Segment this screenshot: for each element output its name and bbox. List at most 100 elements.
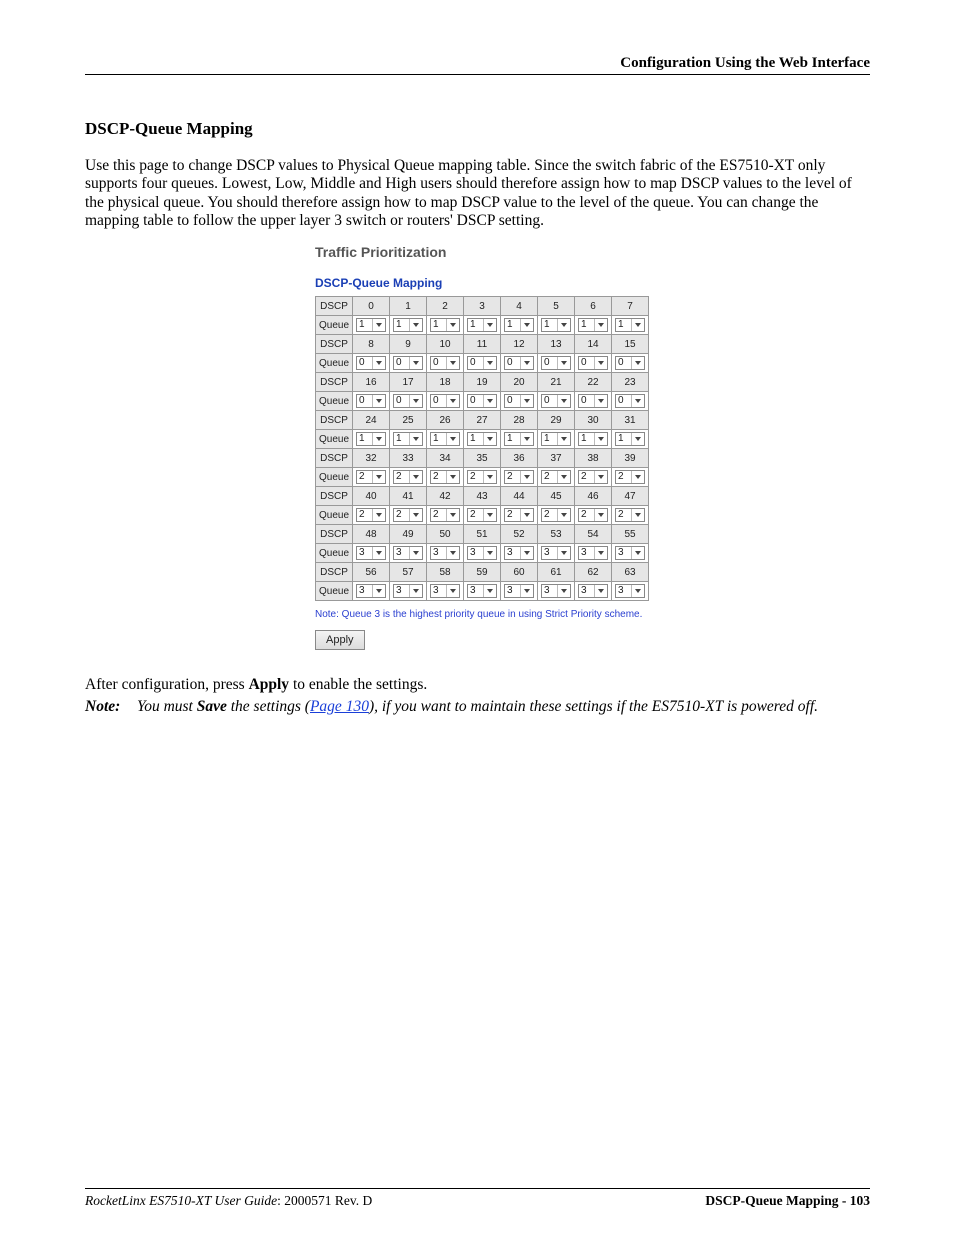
queue-cell: 3 [464, 582, 501, 601]
queue-dropdown[interactable]: 2 [541, 508, 571, 522]
dscp-value: 12 [501, 335, 538, 354]
queue-dropdown[interactable]: 1 [578, 432, 608, 446]
queue-dropdown[interactable]: 1 [356, 432, 386, 446]
chevron-down-icon [446, 509, 458, 521]
page-link[interactable]: Page 130 [310, 698, 369, 715]
queue-dropdown[interactable]: 2 [615, 470, 645, 484]
queue-dropdown[interactable]: 3 [541, 584, 571, 598]
queue-dropdown[interactable]: 2 [578, 470, 608, 484]
queue-cell: 2 [353, 468, 390, 487]
queue-dropdown[interactable]: 2 [393, 508, 423, 522]
queue-dropdown[interactable]: 3 [578, 584, 608, 598]
queue-dropdown[interactable]: 1 [393, 318, 423, 332]
queue-dropdown[interactable]: 1 [615, 432, 645, 446]
queue-dropdown[interactable]: 0 [615, 356, 645, 370]
queue-dropdown[interactable]: 1 [467, 432, 497, 446]
chevron-down-icon [446, 471, 458, 483]
queue-dropdown[interactable]: 0 [467, 394, 497, 408]
queue-dropdown[interactable]: 0 [504, 394, 534, 408]
queue-dropdown[interactable]: 2 [467, 470, 497, 484]
queue-dropdown[interactable]: 3 [504, 546, 534, 560]
queue-cell: 0 [538, 392, 575, 411]
queue-cell: 1 [353, 316, 390, 335]
queue-dropdown[interactable]: 0 [393, 356, 423, 370]
apply-button[interactable]: Apply [315, 630, 365, 650]
queue-cell: 3 [538, 544, 575, 563]
queue-dropdown[interactable]: 3 [504, 584, 534, 598]
queue-dropdown[interactable]: 1 [615, 318, 645, 332]
queue-dropdown[interactable]: 2 [541, 470, 571, 484]
queue-dropdown[interactable]: 2 [393, 470, 423, 484]
queue-row-label: Queue [316, 392, 353, 411]
queue-dropdown[interactable]: 0 [356, 394, 386, 408]
queue-dropdown[interactable]: 0 [467, 356, 497, 370]
queue-cell: 3 [538, 582, 575, 601]
chevron-down-icon [483, 509, 495, 521]
queue-dropdown[interactable]: 0 [430, 356, 460, 370]
queue-cell: 0 [612, 354, 649, 373]
queue-dropdown[interactable]: 2 [615, 508, 645, 522]
queue-cell: 1 [427, 316, 464, 335]
chevron-down-icon [409, 471, 421, 483]
chevron-down-icon [594, 395, 606, 407]
queue-dropdown[interactable]: 3 [430, 584, 460, 598]
queue-dropdown[interactable]: 0 [430, 394, 460, 408]
queue-dropdown[interactable]: 3 [615, 546, 645, 560]
queue-dropdown[interactable]: 1 [467, 318, 497, 332]
queue-dropdown[interactable]: 2 [467, 508, 497, 522]
queue-dropdown[interactable]: 3 [578, 546, 608, 560]
queue-cell: 0 [427, 354, 464, 373]
queue-dropdown[interactable]: 0 [615, 394, 645, 408]
queue-dropdown[interactable]: 2 [430, 508, 460, 522]
queue-cell: 3 [427, 544, 464, 563]
queue-dropdown[interactable]: 2 [504, 470, 534, 484]
queue-dropdown[interactable]: 1 [356, 318, 386, 332]
queue-dropdown[interactable]: 0 [541, 356, 571, 370]
queue-dropdown[interactable]: 1 [504, 318, 534, 332]
queue-dropdown[interactable]: 1 [430, 432, 460, 446]
queue-dropdown[interactable]: 3 [467, 584, 497, 598]
queue-dropdown[interactable]: 0 [356, 356, 386, 370]
queue-dropdown[interactable]: 1 [504, 432, 534, 446]
chevron-down-icon [483, 433, 495, 445]
dscp-value: 13 [538, 335, 575, 354]
queue-dropdown[interactable]: 1 [541, 318, 571, 332]
queue-dropdown[interactable]: 2 [578, 508, 608, 522]
queue-dropdown[interactable]: 0 [578, 356, 608, 370]
chevron-down-icon [520, 395, 532, 407]
queue-dropdown[interactable]: 3 [467, 546, 497, 560]
queue-dropdown[interactable]: 3 [615, 584, 645, 598]
queue-dropdown[interactable]: 3 [430, 546, 460, 560]
dscp-value: 62 [575, 563, 612, 582]
dscp-value: 55 [612, 525, 649, 544]
queue-dropdown[interactable]: 2 [356, 470, 386, 484]
dscp-queue-table: DSCP01234567Queue11111111DSCP89101112131… [315, 296, 649, 601]
queue-dropdown[interactable]: 0 [541, 394, 571, 408]
chevron-down-icon [483, 395, 495, 407]
queue-dropdown[interactable]: 1 [393, 432, 423, 446]
queue-dropdown[interactable]: 3 [393, 584, 423, 598]
queue-row-label: Queue [316, 354, 353, 373]
queue-dropdown[interactable]: 2 [356, 508, 386, 522]
queue-cell: 3 [353, 544, 390, 563]
dscp-value: 4 [501, 297, 538, 316]
queue-dropdown[interactable]: 3 [393, 546, 423, 560]
queue-dropdown[interactable]: 3 [356, 546, 386, 560]
queue-cell: 2 [501, 506, 538, 525]
chevron-down-icon [372, 509, 384, 521]
queue-dropdown[interactable]: 3 [356, 584, 386, 598]
queue-dropdown[interactable]: 2 [430, 470, 460, 484]
queue-dropdown[interactable]: 1 [541, 432, 571, 446]
queue-dropdown[interactable]: 0 [393, 394, 423, 408]
note-label: Note: [85, 698, 137, 717]
dscp-value: 36 [501, 449, 538, 468]
queue-cell: 3 [427, 582, 464, 601]
queue-dropdown[interactable]: 0 [504, 356, 534, 370]
queue-dropdown[interactable]: 0 [578, 394, 608, 408]
queue-dropdown[interactable]: 1 [578, 318, 608, 332]
queue-dropdown[interactable]: 2 [504, 508, 534, 522]
save-note: Note: You must Save the settings (Page 1… [85, 698, 870, 717]
queue-dropdown[interactable]: 1 [430, 318, 460, 332]
chevron-down-icon [372, 471, 384, 483]
queue-dropdown[interactable]: 3 [541, 546, 571, 560]
